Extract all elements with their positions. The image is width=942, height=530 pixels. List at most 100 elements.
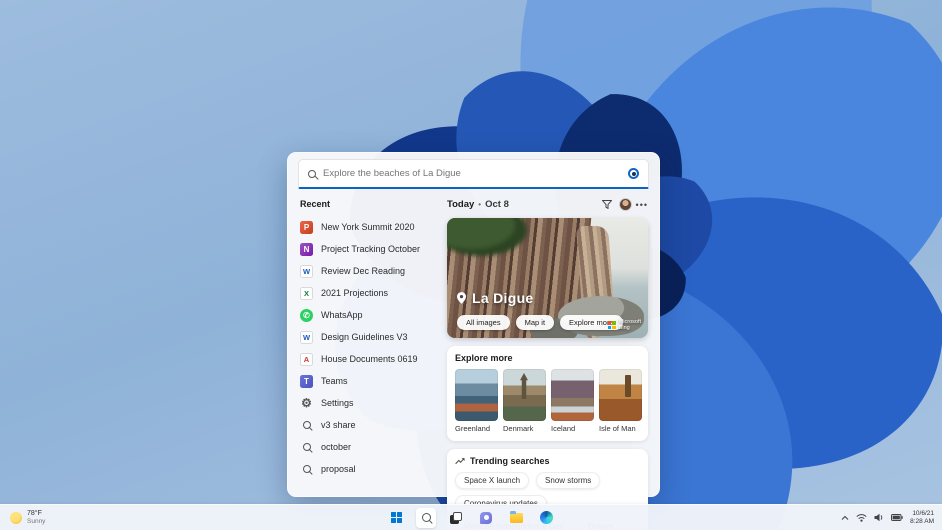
tile-label: Denmark	[503, 424, 546, 433]
desktop: { "search_panel": { "search": { "placeho…	[0, 0, 942, 530]
recent-item[interactable]: N Project Tracking October	[299, 238, 439, 260]
recent-item[interactable]: T Teams	[299, 370, 439, 392]
recent-item[interactable]: A House Documents 0619	[299, 348, 439, 370]
explore-tiles: Greenland Denmark Iceland Isle of Man	[455, 369, 640, 433]
taskbar-search-icon[interactable]	[416, 508, 436, 528]
recent-item-label: Design Guidelines V3	[321, 332, 408, 342]
greenland-thumbnail	[455, 369, 498, 421]
taskbar-clock[interactable]: 10/6/21 8:28 AM	[910, 510, 934, 525]
clock-time: 8:28 AM	[910, 518, 934, 526]
explore-more-card: Explore more Greenland Denmark Iceland	[447, 346, 648, 441]
search-icon	[300, 419, 313, 432]
hero-buttons: All images Map it Explore more	[457, 315, 623, 330]
word-icon: W	[300, 265, 313, 278]
today-date: Oct 8	[485, 199, 509, 210]
recent-item-label: Teams	[321, 376, 348, 386]
isle-of-man-thumbnail	[599, 369, 642, 421]
iceland-thumbnail	[551, 369, 594, 421]
onenote-icon: N	[300, 243, 313, 256]
recent-item[interactable]: ⚙ Settings	[299, 392, 439, 414]
panel-body: Recent P New York Summit 2020 N Project …	[288, 189, 659, 530]
search-bar[interactable]	[298, 159, 649, 189]
recent-item[interactable]: W Design Guidelines V3	[299, 326, 439, 348]
task-view-icon[interactable]	[446, 508, 466, 528]
trending-pill[interactable]: Snow storms	[536, 472, 600, 489]
teams-icon: T	[300, 375, 313, 388]
weather-temp: 78°F	[27, 510, 45, 518]
recent-item-label: proposal	[321, 464, 356, 474]
explore-tile-denmark[interactable]: Denmark	[503, 369, 546, 433]
battery-icon[interactable]	[891, 514, 903, 521]
file-explorer-icon[interactable]	[506, 508, 526, 528]
system-tray: 10/6/21 8:28 AM	[841, 510, 934, 525]
today-header: Today • Oct 8 •••	[447, 196, 648, 213]
word-icon: W	[300, 331, 313, 344]
map-it-button[interactable]: Map it	[516, 315, 554, 330]
recent-item-label: New York Summit 2020	[321, 222, 415, 232]
visual-search-icon[interactable]	[628, 168, 639, 179]
hero-image-card[interactable]: La Digue All images Map it Explore more …	[447, 218, 648, 338]
tile-label: Greenland	[455, 424, 498, 433]
tile-label: Isle of Man	[599, 424, 642, 433]
recent-item[interactable]: v3 share	[299, 414, 439, 436]
settings-gear-icon: ⚙	[300, 397, 313, 410]
edge-icon[interactable]	[536, 508, 556, 528]
trending-arrow-icon	[455, 457, 465, 465]
powerpoint-icon: P	[300, 221, 313, 234]
microsoft-bing-logo: Microsoft Bing	[608, 319, 641, 331]
daily-highlight-section: Today • Oct 8 ••• La Digue	[447, 196, 648, 530]
hero-location-name: La Digue	[472, 290, 534, 306]
search-icon	[300, 441, 313, 454]
search-icon	[308, 170, 316, 178]
sun-icon	[10, 512, 22, 524]
weather-text: 78°F Sunny	[27, 510, 45, 525]
separator-dot: •	[478, 200, 481, 209]
bing-wordmark: Microsoft Bing	[619, 319, 641, 331]
recent-item[interactable]: proposal	[299, 458, 439, 480]
recent-item[interactable]: X 2021 Projections	[299, 282, 439, 304]
recent-section: Recent P New York Summit 2020 N Project …	[299, 196, 439, 530]
trending-header: Trending searches	[455, 456, 640, 466]
user-avatar[interactable]	[619, 198, 632, 211]
chevron-up-icon[interactable]	[841, 515, 849, 521]
search-icon	[300, 463, 313, 476]
speaker-icon[interactable]	[874, 513, 884, 522]
recent-item[interactable]: W Review Dec Reading	[299, 260, 439, 282]
chat-icon[interactable]	[476, 508, 496, 528]
recent-item-label: WhatsApp	[321, 310, 363, 320]
search-input[interactable]	[323, 168, 621, 179]
search-panel: Recent P New York Summit 2020 N Project …	[287, 152, 660, 497]
recent-item[interactable]: P New York Summit 2020	[299, 216, 439, 238]
explore-tile-iceland[interactable]: Iceland	[551, 369, 594, 433]
recent-item-label: v3 share	[321, 420, 356, 430]
weather-condition: Sunny	[27, 518, 45, 525]
windows-start-icon[interactable]	[386, 508, 406, 528]
tile-label: Iceland	[551, 424, 594, 433]
recent-header: Recent	[299, 196, 439, 216]
whatsapp-icon: ✆	[300, 309, 313, 322]
more-options-icon[interactable]: •••	[636, 200, 648, 210]
filter-funnel-icon[interactable]	[599, 198, 615, 212]
recent-item-label: House Documents 0619	[321, 354, 418, 364]
recent-item[interactable]: ✆ WhatsApp	[299, 304, 439, 326]
microsoft-logo-icon	[608, 321, 616, 329]
taskbar: 78°F Sunny 10/6/21 8:28 AM	[0, 504, 942, 530]
pdf-icon: A	[300, 353, 313, 366]
explore-more-title: Explore more	[455, 353, 640, 363]
hero-location: La Digue	[457, 290, 534, 306]
weather-widget[interactable]: 78°F Sunny	[10, 510, 45, 525]
trending-title: Trending searches	[470, 456, 550, 466]
explore-tile-isle-of-man[interactable]: Isle of Man	[599, 369, 642, 433]
recent-item-label: Review Dec Reading	[321, 266, 405, 276]
explore-tile-greenland[interactable]: Greenland	[455, 369, 498, 433]
recent-item-label: october	[321, 442, 351, 452]
all-images-button[interactable]: All images	[457, 315, 510, 330]
taskbar-center-icons	[386, 505, 556, 530]
clock-date: 10/6/21	[910, 510, 934, 518]
trending-pill[interactable]: Space X launch	[455, 472, 529, 489]
denmark-thumbnail	[503, 369, 546, 421]
recent-item-label: Settings	[321, 398, 354, 408]
recent-item[interactable]: october	[299, 436, 439, 458]
wifi-icon[interactable]	[856, 513, 867, 522]
location-pin-icon	[457, 292, 466, 304]
